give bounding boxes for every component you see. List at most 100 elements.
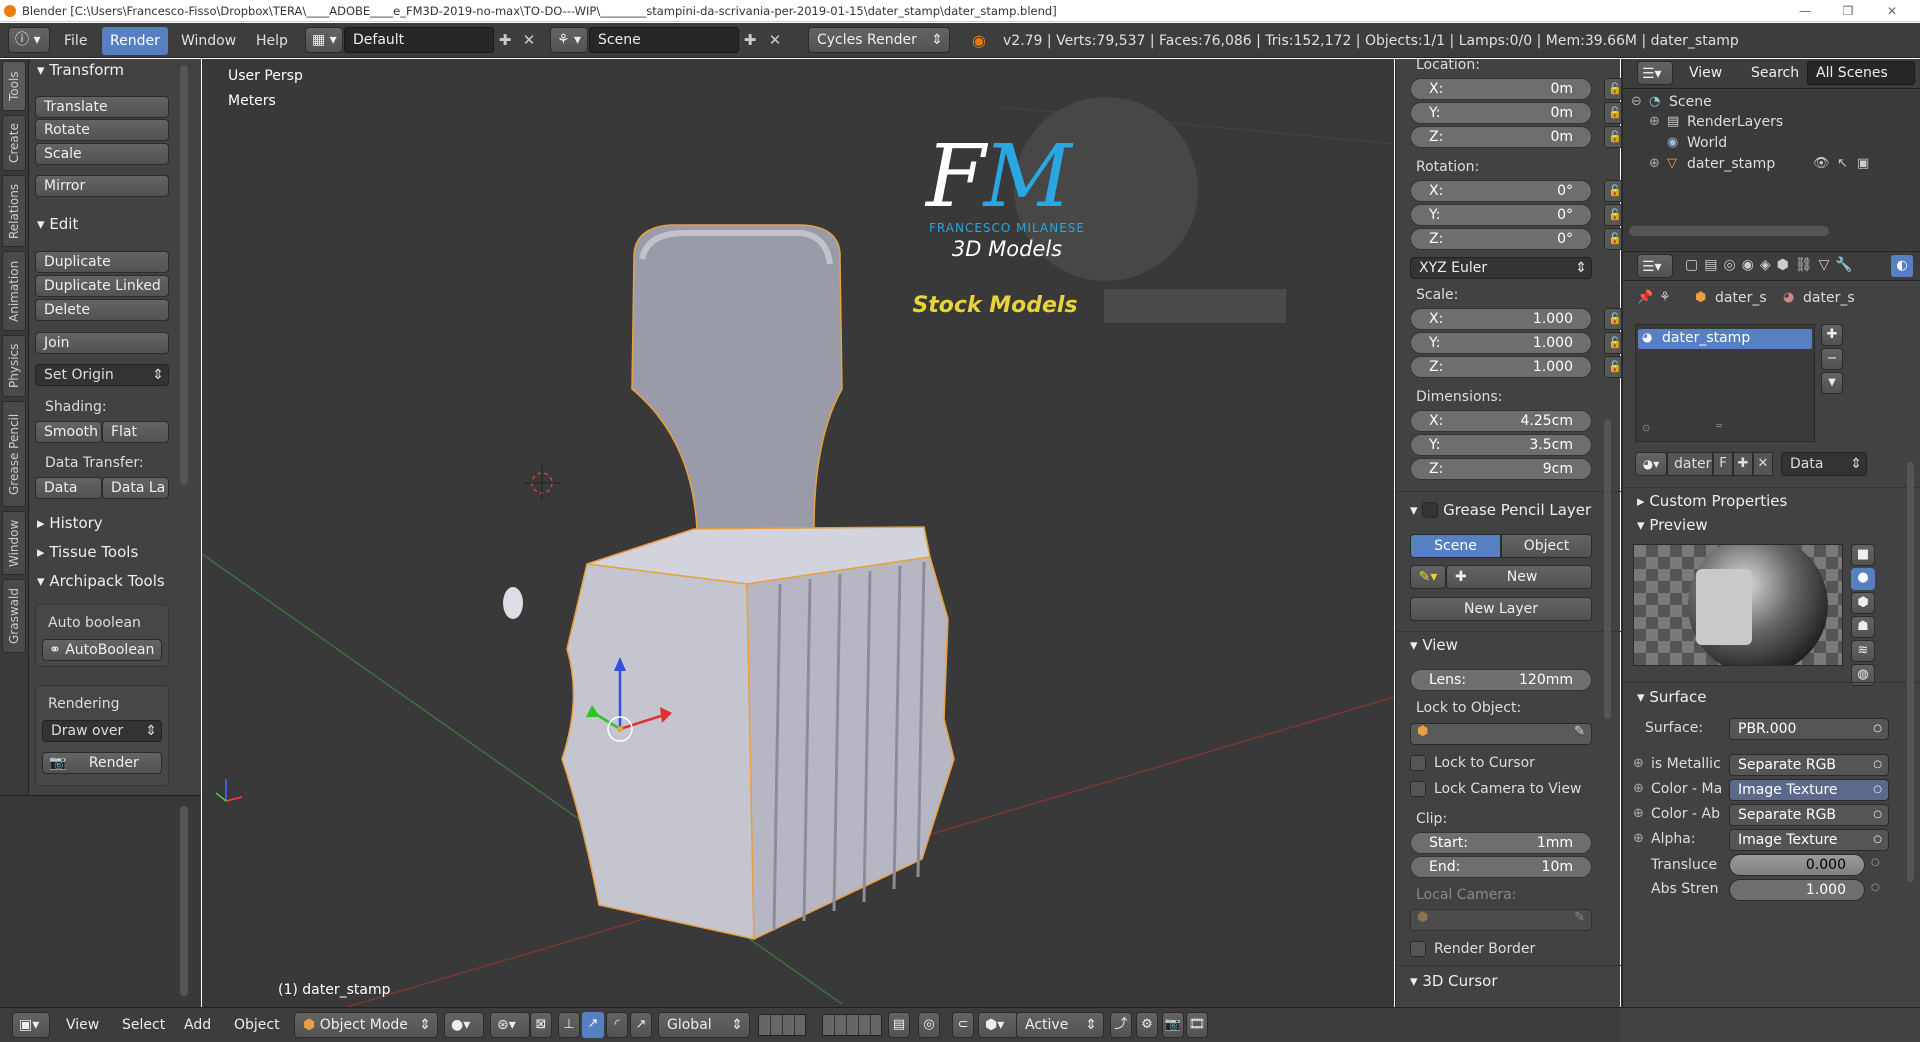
location-z-field[interactable]: Z: 0m: [1410, 126, 1592, 148]
rotation-x-field[interactable]: X: 0°: [1410, 180, 1592, 202]
input-node-color-ma[interactable]: Image Texture ○: [1729, 779, 1889, 801]
add-layout-icon[interactable]: ✚: [496, 31, 514, 49]
toolshelf-scrollbar[interactable]: [180, 65, 188, 485]
film-render-icon[interactable]: 🎞: [1186, 1012, 1208, 1038]
flat-shading-button[interactable]: Flat: [102, 421, 169, 443]
outliner-scene[interactable]: Scene: [1669, 94, 1712, 110]
abs-strength-field[interactable]: 1.000: [1729, 879, 1865, 901]
new-layer-button[interactable]: New Layer: [1410, 597, 1592, 621]
gp-new-button[interactable]: ✚ New: [1446, 565, 1592, 589]
keyframe-icon[interactable]: ⤴: [1110, 1012, 1132, 1038]
outliner-world[interactable]: World: [1687, 135, 1727, 151]
scene-canvas[interactable]: [202, 59, 1394, 1007]
transluce-slider[interactable]: 0.000: [1729, 854, 1865, 876]
add-scene-icon[interactable]: ✚: [741, 31, 759, 49]
scale-x-field[interactable]: X: 1.000: [1410, 308, 1592, 330]
view-panel-header[interactable]: ▾ View: [1410, 636, 1458, 654]
layers-grid-b[interactable]: [822, 1014, 882, 1036]
object-menu[interactable]: Object: [234, 1017, 280, 1033]
slot-menu-icon[interactable]: ▼: [1821, 372, 1843, 394]
menu-render[interactable]: Render: [102, 27, 168, 55]
operator-scrollbar[interactable]: [180, 806, 188, 996]
lock-to-cursor-checkbox[interactable]: [1410, 755, 1426, 771]
grip-icon[interactable]: ═: [1716, 421, 1722, 432]
transform-panel-header[interactable]: ▾ Transform: [37, 61, 124, 79]
clip-end-field[interactable]: End: 10m: [1410, 856, 1592, 878]
camera-render-icon[interactable]: ▣: [1857, 156, 1869, 171]
tissue-tools-panel-header[interactable]: ▸ Tissue Tools: [37, 543, 138, 561]
preview-plane-icon[interactable]: ■: [1851, 544, 1875, 566]
tab-graswald[interactable]: Graswald: [2, 579, 26, 653]
mode-selector[interactable]: ⬢ Object Mode ⇕: [294, 1012, 438, 1038]
socket-icon[interactable]: ○: [1871, 882, 1880, 893]
add-slot-icon[interactable]: ✚: [1821, 324, 1843, 346]
expand-input-icon[interactable]: ⊕: [1633, 781, 1644, 796]
view-menu[interactable]: View: [66, 1017, 99, 1033]
tab-physics[interactable]: Physics: [2, 335, 26, 397]
tab-grease-pencil[interactable]: Grease Pencil: [2, 401, 26, 507]
autoboolean-button[interactable]: ⚭ AutoBoolean: [42, 639, 162, 661]
tab-create[interactable]: Create: [2, 115, 26, 171]
material-name-field[interactable]: dater: [1667, 452, 1713, 476]
material-tab-icon[interactable]: ◐: [1891, 255, 1913, 277]
expand-icon[interactable]: ⊕: [1649, 114, 1660, 129]
rotate-button[interactable]: Rotate: [35, 119, 169, 141]
surface-panel-header[interactable]: ▾ Surface: [1637, 688, 1706, 706]
menu-file[interactable]: File: [64, 33, 87, 49]
proportional-edit-icon[interactable]: ◎: [918, 1012, 940, 1038]
lens-field[interactable]: Lens: 120mm: [1410, 669, 1592, 691]
scale-button[interactable]: Scale: [35, 143, 169, 165]
scene-selector[interactable]: Scene: [589, 27, 739, 53]
menu-help[interactable]: Help: [256, 33, 288, 49]
fake-user-button[interactable]: F: [1713, 452, 1733, 476]
breadcrumb-material[interactable]: dater_s: [1803, 290, 1855, 306]
preview-hair-icon[interactable]: ≋: [1851, 640, 1875, 662]
maximize-button[interactable]: ❐: [1828, 0, 1868, 22]
dater-stamp-model[interactable]: [503, 224, 955, 941]
grease-pencil-panel-header[interactable]: ▾ Grease Pencil Layer: [1410, 499, 1591, 519]
eye-icon[interactable]: 👁: [1813, 156, 1830, 171]
eyedropper-icon[interactable]: ✎: [1574, 724, 1585, 739]
scene-icon-button[interactable]: ⚘ ▾: [550, 27, 588, 53]
viewport-editor-type[interactable]: ▣▾: [12, 1012, 50, 1038]
translate-manipulator-icon[interactable]: ⊥: [558, 1012, 580, 1038]
menu-window[interactable]: Window: [181, 33, 236, 49]
editor-type-button[interactable]: ⓘ ▾: [8, 27, 50, 53]
preview-monkey-icon[interactable]: ☗: [1851, 616, 1875, 638]
data-transfer-button[interactable]: Data: [35, 477, 102, 499]
dimension-z-field[interactable]: Z: 9cm: [1410, 458, 1592, 480]
n-panel-scrollbar[interactable]: [1604, 419, 1611, 719]
preview-panel-header[interactable]: ▾ Preview: [1637, 516, 1708, 534]
location-x-field[interactable]: X: 0m: [1410, 78, 1592, 100]
expand-input-icon[interactable]: ⊕: [1633, 831, 1644, 846]
expand-icon[interactable]: ⊕: [1649, 156, 1660, 171]
properties-editor-type[interactable]: ☰▾: [1637, 254, 1673, 278]
unlink-material-icon[interactable]: ✕: [1753, 452, 1773, 476]
minimize-button[interactable]: —: [1785, 0, 1825, 22]
input-node-alpha[interactable]: Image Texture ○: [1729, 829, 1889, 851]
outliner-dater-stamp[interactable]: dater_stamp: [1687, 156, 1775, 172]
layout-icon-button[interactable]: ▦ ▾: [305, 27, 343, 53]
gp-object-button[interactable]: Object: [1501, 534, 1592, 558]
rotate-manipulator-icon[interactable]: ↗: [582, 1012, 604, 1038]
material-browse-icon[interactable]: ◕▾: [1635, 452, 1667, 476]
manipulator-toggle-icon[interactable]: ⊠: [530, 1012, 552, 1038]
rotation-z-field[interactable]: Z: 0°: [1410, 228, 1592, 250]
3d-cursor[interactable]: [524, 465, 560, 501]
render-settings-icon[interactable]: ⚙: [1136, 1012, 1158, 1038]
remove-scene-icon[interactable]: ✕: [766, 31, 784, 49]
duplicate-button[interactable]: Duplicate: [35, 251, 169, 273]
resize-handle-icon[interactable]: ⊙: [1642, 423, 1650, 434]
rotation-mode-dropdown[interactable]: XYZ Euler ⇕: [1410, 257, 1592, 279]
set-origin-dropdown[interactable]: Set Origin ⇕: [35, 364, 169, 386]
pencil-manipulator-icon[interactable]: ↗: [630, 1012, 652, 1038]
dimension-y-field[interactable]: Y: 3.5cm: [1410, 434, 1592, 456]
properties-scrollbar[interactable]: [1907, 462, 1914, 882]
lock-object-field[interactable]: ⬢ ✎: [1410, 723, 1592, 745]
camera-render-icon[interactable]: 📷: [1162, 1012, 1184, 1038]
breadcrumb-object[interactable]: dater_s: [1715, 290, 1767, 306]
mirror-button[interactable]: Mirror: [35, 175, 169, 197]
socket-icon[interactable]: ○: [1871, 857, 1880, 868]
expand-input-icon[interactable]: ⊕: [1633, 806, 1644, 821]
tab-window[interactable]: Window: [2, 511, 26, 575]
